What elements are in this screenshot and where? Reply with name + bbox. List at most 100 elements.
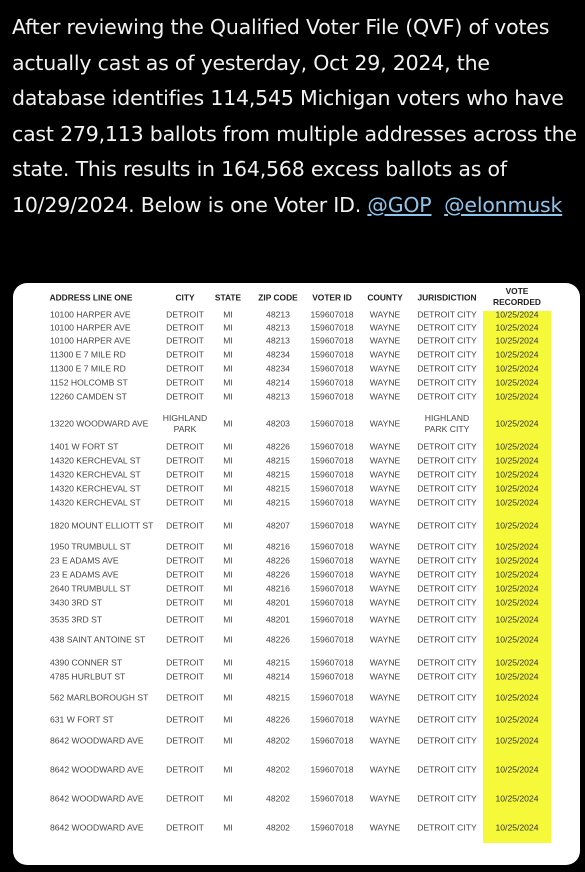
cell-voter-id: 159607018	[310, 634, 354, 645]
cell-voter-id: 159607018	[310, 497, 354, 508]
cell-state: MI	[223, 377, 233, 388]
cell-zip-code: 48202	[266, 822, 290, 833]
cell-city: DETROIT	[166, 391, 204, 402]
cell-county: WAYNE	[369, 657, 401, 668]
cell-state: MI	[223, 793, 233, 804]
cell-voter-id: 159607018	[310, 793, 354, 804]
cell-state: MI	[223, 322, 233, 333]
cell-jurisdiction: DETROIT CITY	[417, 634, 477, 645]
cell-voter-id: 159607018	[310, 597, 354, 608]
cell-address: 23 E ADAMS AVE	[50, 569, 119, 580]
cell-city: DETROIT	[166, 377, 204, 388]
cell-jurisdiction: DETROIT CITY	[417, 322, 477, 333]
cell-jurisdiction: DETROIT CITY	[417, 363, 477, 374]
cell-voter-id: 159607018	[310, 418, 354, 429]
cell-voter-id: 159607018	[310, 583, 354, 594]
cell-state: MI	[223, 657, 233, 668]
cell-county: WAYNE	[369, 309, 401, 320]
cell-jurisdiction: DETROIT CITY	[417, 657, 477, 668]
cell-vote-recorded: 10/25/2024	[495, 322, 539, 333]
cell-county: WAYNE	[369, 735, 401, 746]
cell-address: 8642 WOODWARD AVE	[50, 764, 144, 775]
cell-city: DETROIT	[166, 309, 204, 320]
header-state: STATE	[214, 292, 242, 303]
cell-voter-id: 159607018	[310, 555, 354, 566]
cell-city: HIGHLAND PARK	[162, 413, 208, 434]
cell-address: 10100 HARPER AVE	[50, 335, 131, 346]
cell-jurisdiction: DETROIT CITY	[417, 714, 477, 725]
cell-state: MI	[223, 520, 233, 531]
cell-county: WAYNE	[369, 614, 401, 625]
cell-county: WAYNE	[369, 349, 401, 360]
cell-jurisdiction: DETROIT CITY	[417, 483, 477, 494]
cell-address: 3535 3RD ST	[50, 614, 103, 625]
cell-county: WAYNE	[369, 391, 401, 402]
cell-vote-recorded: 10/25/2024	[495, 714, 539, 725]
cell-state: MI	[223, 349, 233, 360]
cell-county: WAYNE	[369, 377, 401, 388]
cell-voter-id: 159607018	[310, 614, 354, 625]
cell-voter-id: 159607018	[310, 363, 354, 374]
cell-vote-recorded: 10/25/2024	[495, 418, 539, 429]
cell-vote-recorded: 10/25/2024	[495, 597, 539, 608]
voter-table-image: ADDRESS LINE ONE CITY STATE ZIP CODE VOTER I…	[13, 283, 580, 865]
cell-state: MI	[223, 309, 233, 320]
cell-address: 631 W FORT ST	[50, 714, 114, 725]
cell-city: DETROIT	[166, 793, 204, 804]
cell-vote-recorded: 10/25/2024	[495, 822, 539, 833]
cell-address: 8642 WOODWARD AVE	[50, 735, 144, 746]
cell-address: 12260 CAMDEN ST	[50, 391, 127, 402]
cell-voter-id: 159607018	[310, 735, 354, 746]
cell-voter-id: 159607018	[310, 483, 354, 494]
cell-county: WAYNE	[369, 692, 401, 703]
cell-jurisdiction: DETROIT CITY	[417, 583, 477, 594]
cell-address: 1950 TRUMBULL ST	[50, 541, 131, 552]
cell-jurisdiction: DETROIT CITY	[417, 555, 477, 566]
cell-county: WAYNE	[369, 555, 401, 566]
cell-voter-id: 159607018	[310, 391, 354, 402]
cell-vote-recorded: 10/25/2024	[495, 309, 539, 320]
cell-state: MI	[223, 391, 233, 402]
cell-jurisdiction: DETROIT CITY	[417, 793, 477, 804]
cell-city: DETROIT	[166, 764, 204, 775]
cell-jurisdiction: DETROIT CITY	[417, 541, 477, 552]
cell-voter-id: 159607018	[310, 309, 354, 320]
cell-zip-code: 48215	[266, 483, 290, 494]
cell-voter-id: 159607018	[310, 455, 354, 466]
cell-city: DETROIT	[166, 455, 204, 466]
cell-zip-code: 48202	[266, 793, 290, 804]
cell-state: MI	[223, 671, 233, 682]
cell-zip-code: 48215	[266, 455, 290, 466]
cell-county: WAYNE	[369, 569, 401, 580]
mention-elonmusk-link[interactable]: @elonmusk	[444, 193, 562, 217]
cell-jurisdiction: HIGHLAND PARK CITY	[424, 413, 470, 434]
cell-vote-recorded: 10/25/2024	[495, 793, 539, 804]
cell-address: 14320 KERCHEVAL ST	[50, 469, 141, 480]
cell-jurisdiction: DETROIT CITY	[417, 349, 477, 360]
cell-city: DETROIT	[166, 634, 204, 645]
cell-state: MI	[223, 634, 233, 645]
cell-jurisdiction: DETROIT CITY	[417, 671, 477, 682]
header-zip-code: ZIP CODE	[258, 292, 298, 303]
cell-address: 8642 WOODWARD AVE	[50, 793, 144, 804]
cell-voter-id: 159607018	[310, 469, 354, 480]
cell-vote-recorded: 10/25/2024	[495, 735, 539, 746]
cell-voter-id: 159607018	[310, 657, 354, 668]
cell-county: WAYNE	[369, 634, 401, 645]
cell-zip-code: 48215	[266, 497, 290, 508]
post-text: After reviewing the Qualified Voter File…	[12, 10, 577, 224]
cell-county: WAYNE	[369, 469, 401, 480]
cell-zip-code: 48234	[266, 363, 290, 374]
mention-gop-link[interactable]: @GOP	[367, 193, 431, 217]
cell-address: 4785 HURLBUT ST	[50, 671, 126, 682]
cell-jurisdiction: DETROIT CITY	[417, 692, 477, 703]
cell-city: DETROIT	[166, 692, 204, 703]
cell-city: DETROIT	[166, 583, 204, 594]
cell-address: 8642 WOODWARD AVE	[50, 822, 144, 833]
cell-jurisdiction: DETROIT CITY	[417, 335, 477, 346]
cell-county: WAYNE	[369, 793, 401, 804]
cell-zip-code: 48226	[266, 714, 290, 725]
cell-zip-code: 48213	[266, 335, 290, 346]
cell-voter-id: 159607018	[310, 822, 354, 833]
cell-state: MI	[223, 764, 233, 775]
